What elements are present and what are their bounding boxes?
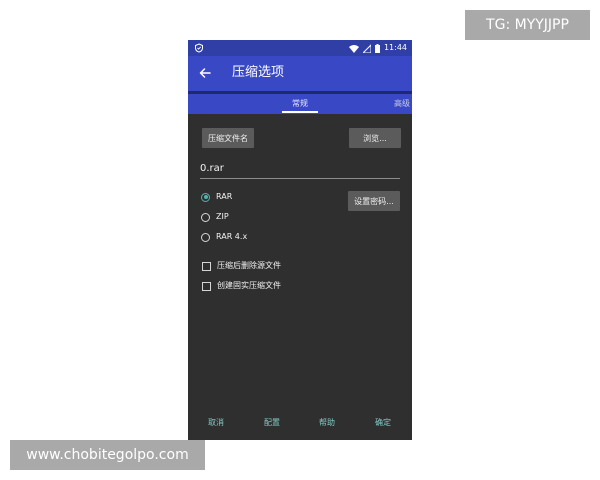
page-title: 压缩选项: [232, 65, 285, 80]
format-radio-rar4[interactable]: RAR 4.x: [201, 232, 247, 242]
help-button[interactable]: 帮助: [319, 417, 335, 428]
tab-advanced[interactable]: 高级: [394, 98, 410, 109]
tab-indicator: [282, 111, 318, 113]
ok-button[interactable]: 确定: [375, 417, 391, 428]
radio-button[interactable]: [201, 232, 210, 242]
radio-button[interactable]: [201, 192, 210, 202]
option-solid-archive[interactable]: 创建固实压缩文件: [202, 281, 281, 291]
tab-general[interactable]: 常规: [292, 98, 308, 109]
tab-bar: 常规 高级: [188, 94, 412, 114]
browse-button[interactable]: 浏览...: [349, 128, 401, 148]
battery-icon: [374, 43, 380, 53]
radio-label: RAR: [216, 192, 233, 201]
app-bar: 压缩选项: [188, 56, 412, 91]
wifi-icon: [348, 44, 359, 53]
format-radio-rar[interactable]: RAR: [201, 192, 232, 202]
cancel-button[interactable]: 取消: [208, 417, 224, 428]
config-button[interactable]: 配置: [264, 417, 280, 428]
watermark-bottom: www.chobitegolpo.com: [10, 440, 205, 470]
checkbox[interactable]: [202, 261, 211, 271]
filename-input[interactable]: 0.rar: [200, 162, 400, 179]
option-delete-after-compress[interactable]: 压缩后删除源文件: [202, 261, 281, 271]
status-bar: 11:44: [188, 40, 412, 56]
watermark-top: TG: MYYJJPP: [465, 10, 590, 40]
radio-button[interactable]: [201, 212, 210, 222]
signal-icon: [362, 43, 371, 53]
checkbox-label: 压缩后删除源文件: [217, 261, 281, 270]
arrow-back-icon[interactable]: [198, 66, 212, 80]
format-radio-zip[interactable]: ZIP: [201, 212, 229, 222]
archive-name-button[interactable]: 压缩文件名: [202, 128, 254, 148]
radio-label: RAR 4.x: [216, 232, 248, 241]
shield-icon: [195, 43, 203, 53]
status-icons: 11:44: [348, 42, 407, 54]
set-password-button[interactable]: 设置密码...: [348, 191, 400, 211]
checkbox[interactable]: [202, 281, 211, 291]
radio-label: ZIP: [216, 212, 229, 221]
phone-screen: 11:44 压缩选项 常规 高级 压缩文件名 浏览... 0.rar RAR Z…: [188, 40, 412, 440]
checkbox-label: 创建固实压缩文件: [217, 281, 281, 290]
status-time: 11:44: [383, 43, 407, 52]
